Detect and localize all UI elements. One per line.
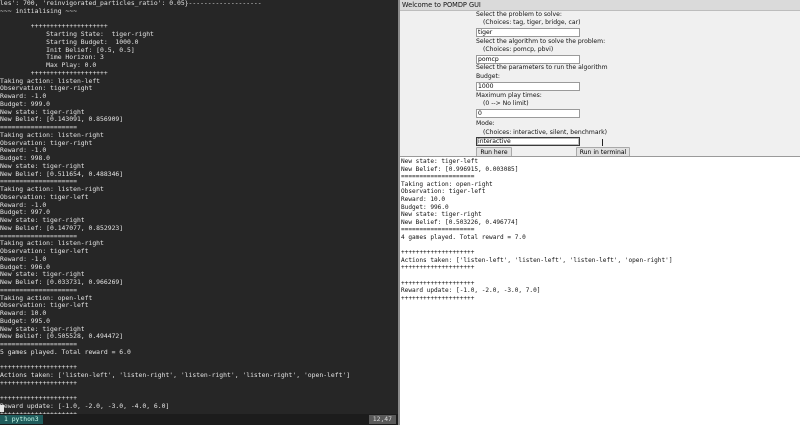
- terminal-line: New Belief: [0.033731, 0.966269]: [0, 279, 124, 286]
- terminal-line: New state: tiger-right: [0, 271, 85, 279]
- terminal-line: Taking action: listen-left: [0, 77, 101, 85]
- terminal-line: ++++++++++++++++++++: [0, 23, 108, 31]
- terminal-line: Budget: 995.0: [0, 317, 51, 325]
- terminal-line: Reward: -1.0: [0, 93, 47, 100]
- tmux-cursor-position: 12,47: [368, 415, 396, 424]
- terminal-line: New state: tiger-right: [0, 325, 85, 333]
- output-line: Reward update: [-1.0, -2.0, -3.0, 7.0]: [401, 287, 541, 295]
- terminal-line: New Belief: [0.147077, 0.852923]: [0, 224, 124, 232]
- terminal-line: ++++++++++++++++++++: [0, 395, 77, 403]
- terminal-line: les': 700, 'reinvigorated_particles_rati…: [0, 0, 262, 7]
- terminal-line: Max Play: 0.0: [0, 62, 97, 69]
- output-line: Taking action: open-right: [401, 180, 493, 188]
- terminal-line: Budget: 998.0: [0, 155, 51, 162]
- terminal-output: les': 700, 'reinvigorated_particles_rati…: [0, 0, 398, 419]
- terminal-cursor: [0, 405, 4, 412]
- output-line: ++++++++++++++++++++: [401, 264, 475, 272]
- algorithm-choices-hint: (Choices: pomcp, pbvi): [483, 46, 554, 53]
- terminal-line: ====================: [0, 232, 77, 240]
- output-line: 4 games played. Total reward = 7.0: [401, 233, 526, 241]
- mode-choices-hint: (Choices: interactive, silent, benchmark…: [483, 129, 607, 136]
- tmux-status-bar: 1 python3 12,47: [0, 414, 398, 425]
- terminal-line: Budget: 997.0: [0, 209, 51, 217]
- window-titlebar[interactable]: Welcome to POMDP GUI: [400, 0, 800, 11]
- terminal-line: Observation: tiger-right: [0, 85, 93, 93]
- mode-label: Mode:: [476, 120, 495, 127]
- max-play-hint: (0 --> No limit): [483, 100, 529, 107]
- terminal-line: Observation: tiger-left: [0, 193, 89, 201]
- terminal-line: Budget: 996.0: [0, 263, 51, 271]
- terminal-line: Starting State: tiger-right: [0, 31, 154, 38]
- terminal-line: Reward: -1.0: [0, 147, 47, 155]
- tmux-window-tab[interactable]: 1 python3: [0, 415, 43, 424]
- terminal-line: ====================: [0, 124, 77, 131]
- output-line: New Belief: [0.503226, 0.496774]: [401, 218, 519, 226]
- terminal-line: New Belief: [0.143091, 0.856909]: [0, 116, 124, 124]
- budget-label: Budget:: [476, 73, 500, 80]
- terminal-line: Time Horizon: 3: [0, 54, 104, 62]
- terminal-line: ++++++++++++++++++++: [0, 69, 108, 77]
- problem-input[interactable]: tiger: [476, 28, 580, 37]
- window-title: Welcome to POMDP GUI: [402, 1, 481, 9]
- pomdp-gui-window: Welcome to POMDP GUI Select the problem …: [400, 0, 800, 425]
- mode-input[interactable]: interactive: [476, 137, 580, 146]
- terminal-line: New state: tiger-right: [0, 162, 85, 170]
- output-line: Observation: tiger-left: [401, 188, 486, 196]
- output-line: Budget: 996.0: [401, 203, 449, 211]
- terminal-line: ++++++++++++++++++++: [0, 364, 77, 372]
- output-line: Reward: 10.0: [401, 195, 446, 203]
- output-line: Actions taken: ['listen-left', 'listen-l…: [401, 256, 673, 264]
- terminal-line: ====================: [0, 341, 77, 348]
- terminal-line: Taking action: listen-right: [0, 240, 104, 248]
- terminal-line: New state: tiger-right: [0, 217, 85, 224]
- terminal-line: ====================: [0, 178, 77, 186]
- terminal-line: Observation: tiger-right: [0, 139, 93, 147]
- output-line: New state: tiger-left: [401, 158, 479, 165]
- terminal-line: Reward: -1.0: [0, 201, 47, 209]
- terminal-line: ====================: [0, 286, 77, 294]
- terminal-line: Init Belief: [0.5, 0.5]: [0, 46, 135, 54]
- terminal-line: 5 games played. Total reward = 6.0: [0, 348, 131, 356]
- terminal-line: New state: tiger-right: [0, 108, 85, 116]
- output-text-area[interactable]: New state: tiger-left New Belief: [0.9969…: [400, 157, 800, 425]
- output-line: ====================: [401, 173, 475, 181]
- terminal-line: Budget: 999.0: [0, 100, 51, 108]
- terminal-line: Reward update: [-1.0, -2.0, -3.0, -4.0, …: [0, 403, 170, 410]
- terminal-pane[interactable]: les': 700, 'reinvigorated_particles_rati…: [0, 0, 398, 425]
- terminal-line: ++++++++++++++++++++: [0, 379, 77, 387]
- output-line: ++++++++++++++++++++: [401, 249, 475, 257]
- text-cursor: [602, 139, 603, 146]
- terminal-line: Observation: tiger-left: [0, 248, 89, 255]
- output-line: New Belief: [0.996915, 0.003085]: [401, 165, 519, 173]
- terminal-line: Actions taken: ['listen-left', 'listen-r…: [0, 372, 351, 379]
- terminal-line: Starting Budget: 1000.0: [0, 38, 139, 46]
- output-line: New state: tiger-right: [401, 211, 482, 219]
- output-line: ++++++++++++++++++++: [401, 294, 475, 302]
- parameters-label: Select the parameters to run the algorit…: [476, 64, 608, 71]
- terminal-line: Reward: 10.0: [0, 310, 47, 317]
- terminal-line: Taking action: open-left: [0, 294, 93, 302]
- output-line: ====================: [401, 226, 475, 234]
- terminal-line: Reward: -1.0: [0, 255, 47, 263]
- problem-choices-hint: (Choices: tag, tiger, bridge, car): [483, 19, 581, 26]
- max-play-input[interactable]: 0: [476, 109, 580, 118]
- terminal-line: New Belief: [0.505528, 0.494472]: [0, 333, 124, 341]
- terminal-line: ~~~ initialising ~~~: [0, 7, 77, 15]
- terminal-line: Observation: tiger-left: [0, 302, 89, 310]
- output-lines: New state: tiger-left New Belief: [0.9969…: [401, 158, 673, 302]
- terminal-line: Taking action: listen-right: [0, 186, 104, 193]
- budget-input[interactable]: 1000: [476, 82, 580, 91]
- output-line: ++++++++++++++++++++: [401, 279, 475, 287]
- terminal-line: New Belief: [0.511654, 0.488346]: [0, 170, 124, 178]
- terminal-line: Taking action: listen-right: [0, 131, 104, 139]
